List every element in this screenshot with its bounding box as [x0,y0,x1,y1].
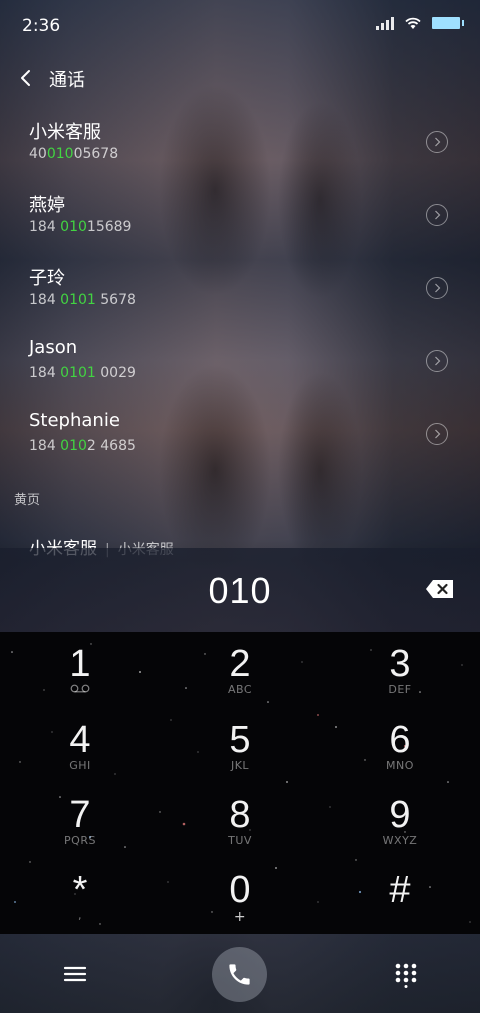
contact-row[interactable]: 子玲 184 0101 5678 [0,256,480,329]
key-letters: JKL [230,759,250,772]
key-digit: 9 [389,794,411,836]
call-button[interactable] [212,947,267,1002]
contact-number: 184 01015689 [29,219,132,235]
chevron-right-circle-icon[interactable] [425,130,449,154]
key-letters: ABC [227,683,253,696]
key-digit: 7 [69,794,91,836]
key-letters: + [233,909,247,925]
chevron-right-circle-icon[interactable] [425,203,449,227]
chevron-right-circle-icon[interactable] [425,276,449,300]
keypad-key-2[interactable]: 2 ABC [180,644,300,716]
contact-name: Jason [29,337,78,358]
keypad-key-6[interactable]: 6 MNO [340,720,460,792]
match-highlight: 0101 [60,292,96,308]
match-highlight: 0101 [60,365,96,381]
dialpad-icon[interactable] [394,962,418,988]
dial-keypad: 1 2 ABC 3 DEF 4 GHI 5 JKL 6 MNO 7 PQRS 8… [0,632,480,934]
key-digit: 4 [69,719,91,761]
key-letters: WXYZ [382,834,418,847]
contact-number: 184 0101 5678 [29,292,136,308]
page-title: 通话 [49,70,85,91]
status-time: 2:36 [22,16,61,36]
contact-list: 小米客服 4001005678 燕婷 184 01015689 子玲 184 0… [0,110,480,475]
contact-number: 184 0102 4685 [29,438,136,454]
key-digit: 0 [229,869,251,911]
chevron-right-circle-icon[interactable] [425,422,449,446]
title-bar: 通话 [0,56,480,100]
keypad-key-9[interactable]: 9 WXYZ [340,795,460,867]
section-header-yellow-pages: 黄页 [14,493,41,508]
match-highlight: 010 [60,219,87,235]
key-letters: MNO [386,759,414,772]
voicemail-icon [70,684,90,693]
contact-name: 子玲 [29,268,65,289]
key-digit: 1 [69,643,91,685]
signal-icon [376,16,394,30]
contact-row[interactable]: Stephanie 184 0102 4685 [0,402,480,475]
keypad-key-star[interactable]: * , [20,870,140,934]
match-highlight: 010 [46,146,74,162]
contact-row[interactable]: 燕婷 184 01015689 [0,183,480,256]
keypad-key-7[interactable]: 7 PQRS [20,795,140,867]
key-letters: DEF [388,683,412,696]
status-bar: 2:36 [0,0,480,52]
keypad-key-3[interactable]: 3 DEF [340,644,460,716]
key-digit: # [389,869,411,911]
contact-row[interactable]: 小米客服 4001005678 [0,110,480,183]
menu-icon[interactable] [63,964,87,984]
key-digit: 2 [229,643,251,685]
key-digit: 3 [389,643,411,685]
key-letters: PQRS [64,834,96,847]
keypad-key-1[interactable]: 1 [20,644,140,716]
keypad-key-hash[interactable]: # [340,870,460,934]
key-letters: GHI [69,759,91,772]
keypad-key-0[interactable]: 0 + [180,870,300,934]
phone-icon [229,964,250,985]
contact-name: 小米客服 [29,122,101,143]
chevron-left-icon[interactable] [18,63,48,93]
keypad-key-8[interactable]: 8 TUV [180,795,300,867]
contact-row[interactable]: Jason 184 0101 0029 [0,329,480,402]
key-digit: 6 [389,719,411,761]
contact-name: 燕婷 [29,195,65,216]
backspace-icon[interactable] [426,580,454,598]
key-digit: 5 [229,719,251,761]
contact-number: 4001005678 [29,146,119,162]
contact-name: Stephanie [29,410,120,431]
keypad-key-5[interactable]: 5 JKL [180,720,300,792]
key-digit: 8 [229,794,251,836]
bottom-action-bar [0,934,480,1013]
key-letters: , [78,909,82,922]
key-letters: TUV [228,834,252,847]
contact-number: 184 0101 0029 [29,365,136,381]
keypad-key-4[interactable]: 4 GHI [20,720,140,792]
wifi-icon [405,17,421,29]
key-digit: * [72,869,88,911]
dial-input-bar: 010 [0,548,480,632]
match-highlight: 010 [60,438,87,454]
battery-icon [432,17,464,29]
chevron-right-circle-icon[interactable] [425,349,449,373]
dialed-number: 010 [208,570,272,611]
status-icons [376,16,464,30]
